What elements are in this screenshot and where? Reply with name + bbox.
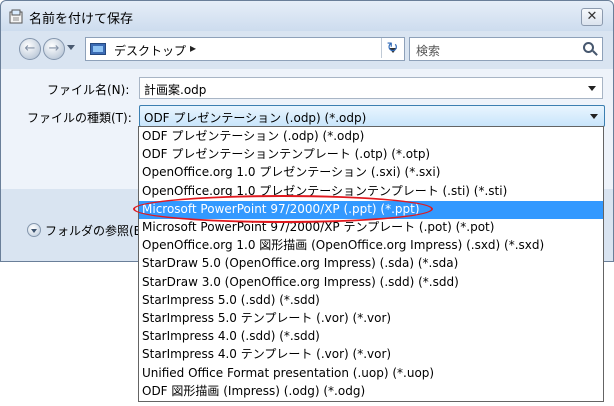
chevron-down-icon[interactable] (588, 86, 596, 91)
filetype-dropdown-list[interactable]: ODF プレゼンテーション (.odp) (*.odp) ODF プレゼンテーショ… (138, 126, 604, 402)
title-bar: 名前を付けて保存 ✕ (1, 1, 613, 31)
search-icon[interactable] (583, 42, 594, 53)
expand-icon[interactable] (27, 223, 41, 237)
filetype-option[interactable]: ODF プレゼンテーション (.odp) (*.odp) (139, 128, 603, 146)
address-bar[interactable]: デスクトップ ▸ (85, 37, 405, 61)
filetype-value[interactable]: ODF プレゼンテーション (.odp) (*.odp) (144, 109, 366, 126)
browse-folders-label[interactable]: フォルダの参照(B) (45, 222, 147, 239)
close-button[interactable]: ✕ (581, 8, 603, 26)
filetype-option[interactable]: StarImpress 4.0 テンプレート (.vor) (*.vor) (139, 346, 603, 364)
navigation-bar: ← → デスクトップ ▸ ↻ 検索 (1, 35, 613, 65)
window-title: 名前を付けて保存 (29, 12, 134, 27)
search-placeholder: 検索 (416, 44, 441, 58)
filetype-option[interactable]: Unified Office Format presentation (.uop… (139, 365, 603, 383)
filename-label: ファイル名(N): (47, 83, 130, 97)
save-dialog-icon (9, 9, 23, 24)
filetype-option[interactable]: Microsoft PowerPoint 97/2000/XP テンプレート (… (139, 219, 603, 237)
filetype-option[interactable]: StarImpress 5.0 テンプレート (.vor) (*.vor) (139, 310, 603, 328)
search-input[interactable]: 検索 (409, 37, 603, 61)
breadcrumb-arrow-icon[interactable]: ▸ (190, 41, 196, 55)
filetype-label: ファイルの種類(T): (27, 111, 132, 125)
filetype-option[interactable]: StarImpress 5.0 (.sdd) (*.sdd) (139, 292, 603, 310)
filetype-option[interactable]: ODF プレゼンテーションテンプレート (.otp) (*.otp) (139, 146, 603, 164)
back-button[interactable]: ← (19, 38, 41, 60)
filename-field[interactable]: 計画案.odp (139, 77, 603, 99)
filetype-option[interactable]: OpenOffice.org 1.0 図形描画 (OpenOffice.org … (139, 237, 603, 255)
filetype-option[interactable]: StarDraw 3.0 (OpenOffice.org Impress) (.… (139, 274, 603, 292)
address-text[interactable]: デスクトップ (114, 42, 186, 59)
filename-value[interactable]: 計画案.odp (144, 81, 206, 98)
filetype-option[interactable]: ODF 図形描画 (Impress) (.odg) (*.odg) (139, 383, 603, 401)
filetype-option[interactable]: StarDraw 5.0 (OpenOffice.org Impress) (.… (139, 255, 603, 273)
filetype-select[interactable]: ODF プレゼンテーション (.odp) (*.odp) (139, 105, 605, 127)
filetype-option[interactable]: StarImpress 4.0 (.sdd) (*.sdd) (139, 328, 603, 346)
filetype-option[interactable]: OpenOffice.org 1.0 プレゼンテーションテンプレート (.sti… (139, 183, 603, 201)
refresh-button[interactable]: ↻ (381, 38, 403, 58)
filetype-option[interactable]: Microsoft PowerPoint 97/2000/XP (.ppt) (… (139, 200, 603, 219)
forward-button[interactable]: → (43, 38, 65, 60)
chevron-down-icon[interactable] (590, 114, 598, 119)
recent-pages-dropdown-icon[interactable] (67, 45, 75, 50)
filetype-option[interactable]: OpenOffice.org 1.0 プレゼンテーション (.sxi) (*.s… (139, 164, 603, 182)
desktop-icon (90, 43, 106, 55)
